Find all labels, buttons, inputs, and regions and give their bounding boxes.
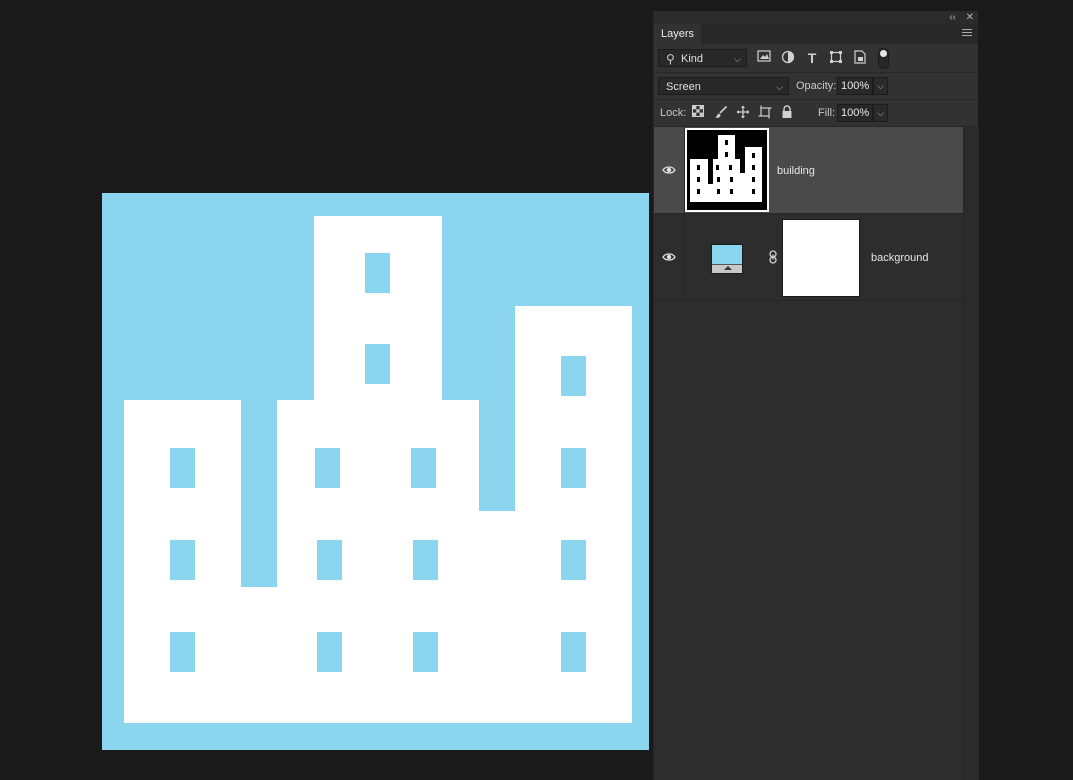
filter-toggle-icon[interactable] (878, 48, 889, 69)
eye-icon[interactable] (662, 163, 676, 177)
filter-kind-label: Kind (681, 53, 704, 65)
lock-image-pixels-icon[interactable] (713, 105, 729, 121)
panel-menu-icon[interactable] (962, 29, 972, 38)
search-icon: ⚲ (666, 52, 675, 66)
chain-link-icon[interactable] (768, 250, 778, 264)
fill-field[interactable]: 100% (837, 104, 873, 122)
collapse-panel-icon[interactable]: ‹‹ (949, 11, 956, 24)
lock-artboard-icon[interactable] (757, 105, 773, 121)
layer-name[interactable]: building (777, 165, 815, 177)
lock-transparent-pixels-icon[interactable] (690, 105, 706, 121)
layer-row-building[interactable]: building (654, 127, 963, 214)
opacity-dropdown-icon[interactable]: ⌵ (873, 77, 888, 95)
layer-mask-thumbnail[interactable] (782, 219, 860, 297)
tab-layers[interactable]: Layers (654, 24, 702, 44)
visibility-column (654, 214, 685, 300)
adjustment-filter-icon[interactable] (780, 50, 796, 66)
smart-object-filter-icon[interactable] (852, 50, 868, 66)
layer-row-background[interactable]: background (654, 214, 963, 301)
chevron-down-icon: ⌵ (776, 82, 783, 92)
chevron-down-icon: ⌵ (734, 54, 741, 64)
eye-icon[interactable] (662, 250, 676, 264)
fill-label: Fill: (818, 107, 836, 119)
close-panel-icon[interactable]: ✕ (966, 11, 974, 24)
opacity-label: Opacity: (796, 80, 837, 92)
layer-name[interactable]: background (871, 252, 929, 264)
filter-kind-select[interactable]: ⚲ Kind ⌵ (658, 49, 747, 67)
lock-all-icon[interactable] (779, 105, 795, 121)
opacity-field[interactable]: 100% (837, 77, 873, 95)
document-canvas[interactable] (102, 193, 649, 750)
layers-scrollbar[interactable] (963, 127, 979, 780)
type-filter-icon[interactable]: T (804, 50, 820, 66)
layers-panel: ‹‹ ✕ Layers ⚲ Kind ⌵ T Screen ⌵ Opacity:… (653, 11, 979, 780)
building-layer-thumbnail[interactable] (685, 128, 769, 212)
panel-top-strip: ‹‹ ✕ (654, 11, 978, 24)
blend-mode-select[interactable]: Screen ⌵ (658, 77, 789, 95)
lock-label: Lock: (660, 107, 687, 119)
blend-row: Screen ⌵ Opacity: 100% ⌵ (654, 73, 978, 100)
visibility-column (654, 127, 685, 213)
fill-layer-thumbnail[interactable] (711, 244, 743, 274)
lock-position-icon[interactable] (735, 105, 751, 121)
filter-row: ⚲ Kind ⌵ T (654, 44, 978, 73)
layers-list: building background (654, 127, 963, 780)
blend-mode-value: Screen (666, 81, 701, 93)
fill-dropdown-icon[interactable]: ⌵ (873, 104, 888, 122)
panel-tab-bar: Layers (654, 24, 978, 44)
lock-row: Lock: Fill: 100% ⌵ (654, 100, 978, 127)
image-filter-icon[interactable] (756, 50, 772, 66)
shape-filter-icon[interactable] (828, 50, 844, 66)
